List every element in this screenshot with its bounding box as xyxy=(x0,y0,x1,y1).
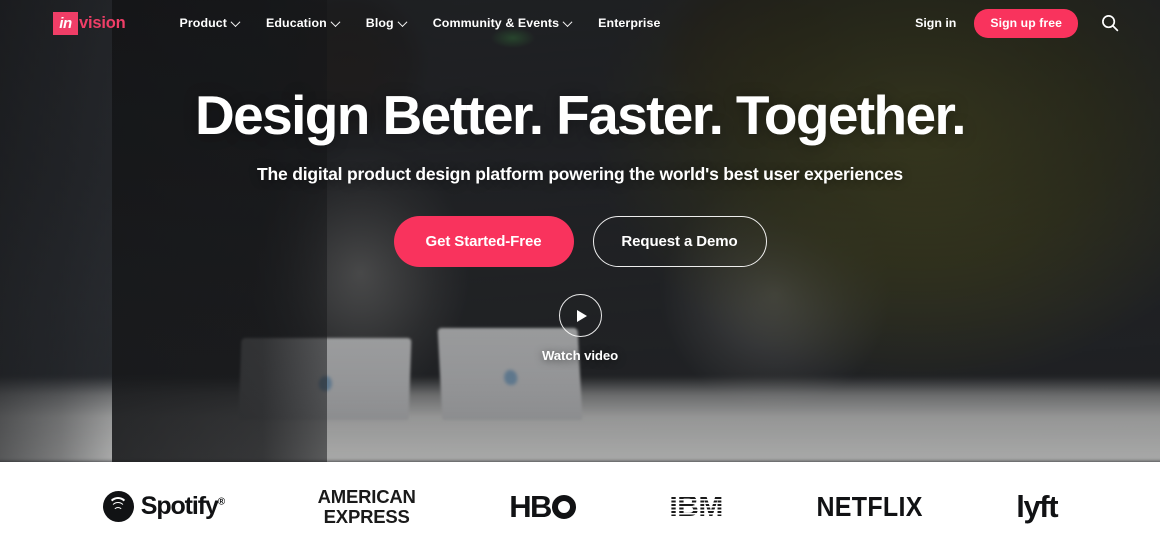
get-started-free-button[interactable]: Get Started-Free xyxy=(393,216,574,267)
nav-actions: Sign in Sign up free xyxy=(915,8,1120,38)
registered-mark: ® xyxy=(217,496,225,508)
search-icon[interactable] xyxy=(1100,13,1120,33)
lyft-wordmark: lyft xyxy=(1016,488,1058,524)
chevron-down-icon xyxy=(562,16,573,27)
request-a-demo-button[interactable]: Request a Demo xyxy=(592,216,767,267)
nav-item-enterprise[interactable]: Enterprise xyxy=(598,16,660,30)
nav-item-product[interactable]: Product xyxy=(179,16,241,30)
nav-item-label: Blog xyxy=(365,16,394,30)
nav-item-education[interactable]: Education xyxy=(266,16,341,30)
brand-logo-american-express[interactable]: AMERICAN EXPRESS xyxy=(318,482,416,532)
nav-item-blog[interactable]: Blog xyxy=(365,16,408,30)
nav-item-label: Community & Events xyxy=(432,16,560,30)
hero-subtitle: The digital product design platform powe… xyxy=(257,164,903,184)
hero-content: Design Better. Faster. Together. The dig… xyxy=(0,0,1160,462)
nav-links: Product Education Blog Community & Event… xyxy=(179,16,660,30)
amex-line-1: AMERICAN xyxy=(317,486,416,508)
ibm-word-text: IBM xyxy=(669,489,723,523)
nav-item-label: Education xyxy=(266,16,327,30)
brand-logo-ibm[interactable]: IBM xyxy=(668,482,724,532)
brand-logo-hbo[interactable]: HB xyxy=(509,482,576,532)
play-icon xyxy=(558,294,602,337)
sign-up-free-button[interactable]: Sign up free xyxy=(974,8,1078,38)
chevron-down-icon xyxy=(230,16,241,27)
hbo-o-icon xyxy=(551,494,576,519)
chevron-down-icon xyxy=(330,16,341,27)
invision-homepage: in vision Product Education Blog Communi… xyxy=(0,0,1160,551)
watch-video-label: Watch video xyxy=(541,348,619,363)
hbo-wordmark: HB xyxy=(509,488,552,524)
nav-item-label: Product xyxy=(179,16,227,30)
sign-in-link[interactable]: Sign in xyxy=(915,16,956,30)
nav-item-label: Enterprise xyxy=(598,16,661,30)
spotify-word-text: Spotify xyxy=(140,492,219,520)
brand-logo-lyft[interactable]: lyft xyxy=(1016,482,1058,532)
customer-logo-bar: Spotify® AMERICAN EXPRESS HB IBM NETFLIX… xyxy=(0,462,1160,551)
netflix-wordmark: NETFLIX xyxy=(816,490,923,522)
play-triangle xyxy=(576,309,587,322)
invision-logo-mark: in xyxy=(53,11,78,35)
amex-line-2: EXPRESS xyxy=(323,505,410,527)
spotify-icon xyxy=(102,491,134,522)
hero-cta-row: Get Started-Free Request a Demo xyxy=(393,216,767,267)
ibm-wordmark: IBM xyxy=(668,489,724,524)
brand-logo-spotify[interactable]: Spotify® xyxy=(102,482,225,532)
invision-logo-wordmark: vision xyxy=(79,13,126,32)
watch-video-button[interactable]: Watch video xyxy=(542,294,618,363)
page-title: Design Better. Faster. Together. xyxy=(195,84,967,146)
nav-item-community-events[interactable]: Community & Events xyxy=(432,16,573,30)
chevron-down-icon xyxy=(397,16,408,27)
brand-logo-netflix[interactable]: NETFLIX xyxy=(816,479,922,535)
hero-section: in vision Product Education Blog Communi… xyxy=(0,0,1160,462)
main-navigation: in vision Product Education Blog Communi… xyxy=(0,0,1160,46)
invision-logo[interactable]: in vision xyxy=(53,11,126,35)
spotify-wordmark: Spotify® xyxy=(140,492,225,521)
